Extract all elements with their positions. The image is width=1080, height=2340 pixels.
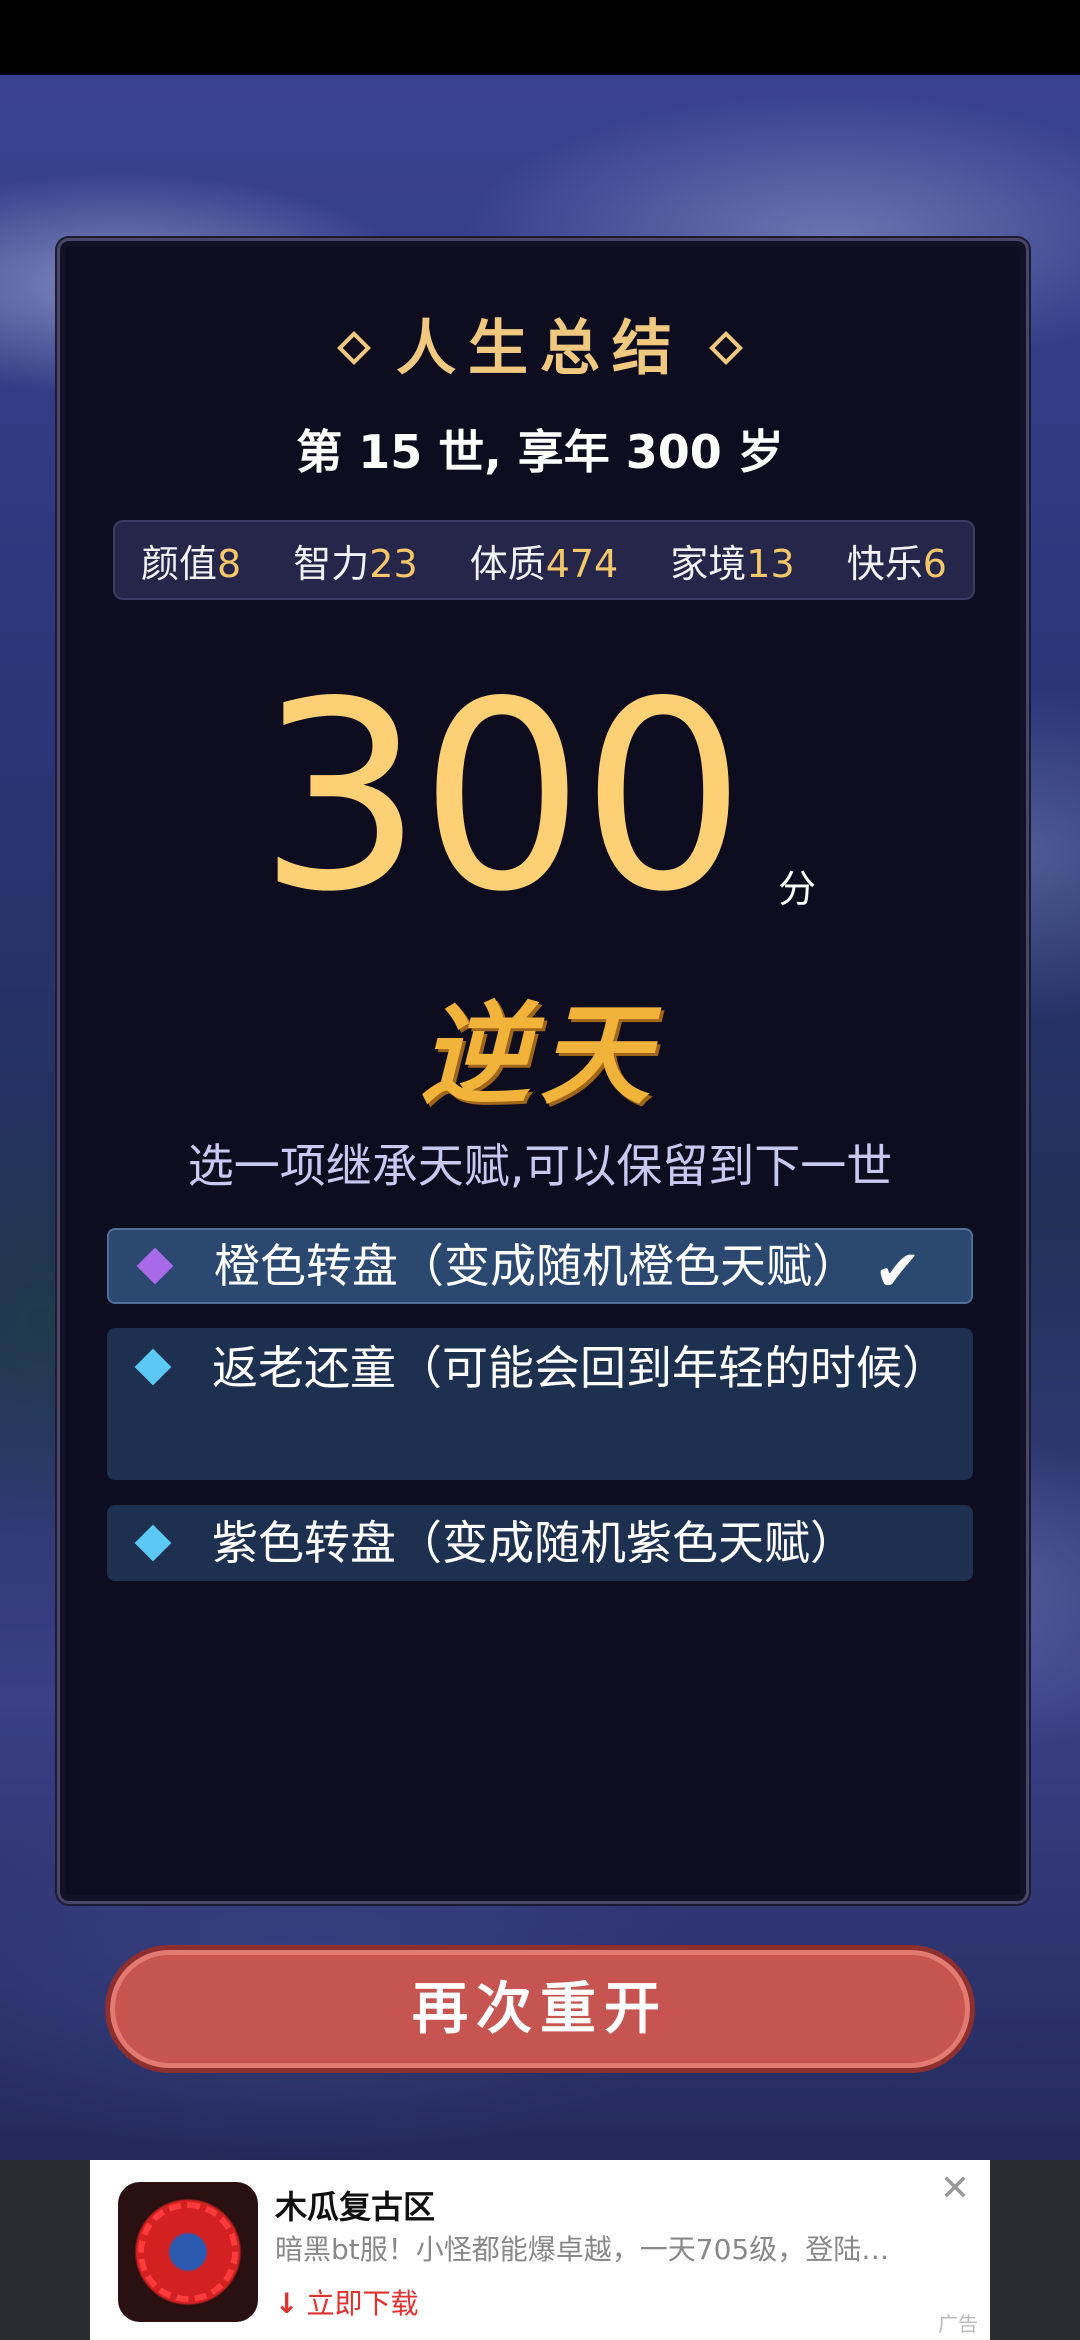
stat-happiness: 快乐6 bbox=[846, 541, 947, 586]
stat-constitution: 体质474 bbox=[469, 541, 619, 586]
ad-app-logo[interactable] bbox=[118, 2182, 258, 2322]
final-score: 300 bbox=[257, 647, 746, 949]
blue-diamond-icon bbox=[134, 1348, 172, 1386]
option-rejuvenate[interactable]: 返老还童（可能会回到年轻的时候） bbox=[107, 1328, 973, 1480]
option-orange-wheel[interactable]: 橙色转盘（变成随机橙色天赋） ✔ bbox=[107, 1228, 973, 1304]
inherit-prompt: 选一项继承天赋,可以保留到下一世 bbox=[187, 1139, 893, 1193]
diamond-ornament-icon bbox=[337, 330, 371, 365]
option-purple-wheel[interactable]: 紫色转盘（变成随机紫色天赋） bbox=[107, 1505, 973, 1581]
checkmark-icon: ✔ bbox=[874, 1239, 921, 1304]
ad-title[interactable]: 木瓜复古区 bbox=[275, 2182, 435, 2228]
stat-intelligence: 智力23 bbox=[293, 541, 418, 586]
score-unit: 分 bbox=[778, 867, 817, 911]
life-info: 第 15 世, 享年 300 岁 bbox=[296, 425, 784, 479]
purple-diamond-icon bbox=[136, 1247, 174, 1285]
option-label: 紫色转盘（变成随机紫色天赋） bbox=[212, 1516, 856, 1570]
diamond-ornament-icon bbox=[709, 330, 743, 365]
restart-button[interactable]: 再次重开 bbox=[105, 1945, 975, 2073]
summary-title-text: 人生总结 bbox=[396, 314, 684, 384]
status-bar bbox=[0, 0, 1080, 75]
stats-bar: 颜值8 智力23 体质474 家境13 快乐6 bbox=[113, 520, 975, 600]
ad-download-link[interactable]: ↓ 立即下载 bbox=[275, 2282, 418, 2322]
blue-diamond-icon bbox=[134, 1524, 172, 1562]
grade-label: 逆天 bbox=[420, 990, 660, 1119]
ad-banner[interactable]: 木瓜复古区 暗黑bt服！小怪都能爆卓越，一天705级，登陆… ↓ 立即下载 ✕ 广… bbox=[90, 2160, 990, 2340]
stat-family: 家境13 bbox=[670, 541, 795, 586]
download-arrow-icon: ↓ bbox=[275, 2287, 299, 2320]
close-icon[interactable]: ✕ bbox=[940, 2168, 970, 2209]
option-label: 返老还童（可能会回到年轻的时候） bbox=[212, 1341, 948, 1395]
stat-appearance: 颜值8 bbox=[141, 541, 242, 586]
ad-description[interactable]: 暗黑bt服！小怪都能爆卓越，一天705级，登陆… bbox=[275, 2228, 955, 2268]
option-label: 橙色转盘（变成随机橙色天赋） bbox=[214, 1239, 858, 1293]
summary-title: 人生总结 bbox=[0, 300, 1080, 387]
ad-badge: 广告 bbox=[938, 2312, 978, 2336]
